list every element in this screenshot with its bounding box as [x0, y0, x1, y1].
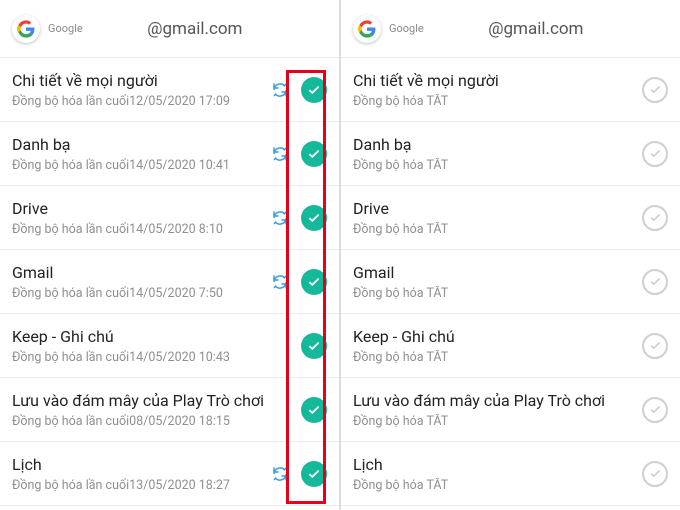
item-subtitle: Đồng bộ hóa lần cuối14/05/2020 10:43: [12, 350, 267, 365]
sync-toggle[interactable]: [301, 205, 327, 231]
item-subtitle: Đồng bộ hóa lần cuối08/05/2020 18:15: [12, 414, 267, 429]
sync-toggle[interactable]: [301, 141, 327, 167]
list-item[interactable]: Keep - Ghi chú Đồng bộ hóa lần cuối14/05…: [0, 314, 339, 378]
account-header[interactable]: Google @gmail.com: [0, 0, 339, 58]
item-subtitle: Đồng bộ hóa lần cuối14/05/2020 10:41: [12, 158, 267, 173]
item-subtitle: Đồng bộ hóa TẮT: [353, 222, 638, 237]
sync-toggle[interactable]: [301, 333, 327, 359]
sync-toggle[interactable]: [642, 77, 668, 103]
provider-label: Google: [389, 22, 424, 35]
sync-list-on: Chi tiết về mọi người Đồng bộ hóa lần cu…: [0, 58, 339, 506]
sync-toggle[interactable]: [301, 77, 327, 103]
item-title: Keep - Ghi chú: [12, 327, 267, 346]
item-title: Gmail: [353, 263, 638, 282]
item-subtitle: Đồng bộ hóa TẮT: [353, 414, 638, 429]
list-item[interactable]: Chi tiết về mọi người Đồng bộ hóa TẮT: [341, 58, 680, 122]
list-item[interactable]: Drive Đồng bộ hóa lần cuối14/05/2020 8:1…: [0, 186, 339, 250]
google-logo-icon: [12, 15, 40, 43]
list-item[interactable]: Chi tiết về mọi người Đồng bộ hóa lần cu…: [0, 58, 339, 122]
sync-toggle[interactable]: [642, 141, 668, 167]
panel-sync-on: Google @gmail.com Chi tiết về mọi người …: [0, 0, 340, 510]
sync-toggle[interactable]: [301, 269, 327, 295]
item-title: Danh bạ: [12, 135, 267, 154]
sync-icon: [271, 81, 289, 99]
sync-toggle[interactable]: [642, 333, 668, 359]
item-subtitle: Đồng bộ hóa TẮT: [353, 286, 638, 301]
sync-toggle[interactable]: [301, 397, 327, 423]
sync-list-off: Chi tiết về mọi người Đồng bộ hóa TẮT Da…: [341, 58, 680, 506]
provider-label: Google: [48, 22, 83, 35]
item-subtitle: Đồng bộ hóa TẮT: [353, 158, 638, 173]
sync-toggle[interactable]: [642, 269, 668, 295]
panel-sync-off: Google @gmail.com Chi tiết về mọi người …: [340, 0, 680, 510]
list-item[interactable]: Keep - Ghi chú Đồng bộ hóa TẮT: [341, 314, 680, 378]
sync-icon: [271, 145, 289, 163]
account-email: @gmail.com: [424, 19, 668, 39]
list-item[interactable]: Lưu vào đám mây của Play Trò chơi Đồng b…: [341, 378, 680, 442]
sync-toggle[interactable]: [301, 461, 327, 487]
list-item[interactable]: Lịch Đồng bộ hóa lần cuối13/05/2020 18:2…: [0, 442, 339, 506]
sync-toggle[interactable]: [642, 461, 668, 487]
google-logo-icon: [353, 15, 381, 43]
sync-toggle[interactable]: [642, 397, 668, 423]
item-title: Lưu vào đám mây của Play Trò chơi: [353, 391, 638, 410]
item-subtitle: Đồng bộ hóa TẮT: [353, 350, 638, 365]
list-item[interactable]: Gmail Đồng bộ hóa lần cuối14/05/2020 7:5…: [0, 250, 339, 314]
item-subtitle: Đồng bộ hóa lần cuối12/05/2020 17:09: [12, 94, 267, 109]
sync-icon: [271, 209, 289, 227]
list-item[interactable]: Danh bạ Đồng bộ hóa TẮT: [341, 122, 680, 186]
sync-icon: [271, 273, 289, 291]
item-title: Danh bạ: [353, 135, 638, 154]
sync-icon: [271, 465, 289, 483]
item-title: Drive: [353, 199, 638, 218]
account-email: @gmail.com: [83, 19, 327, 39]
sync-toggle[interactable]: [642, 205, 668, 231]
item-title: Lịch: [12, 455, 267, 474]
account-header[interactable]: Google @gmail.com: [341, 0, 680, 58]
item-title: Drive: [12, 199, 267, 218]
item-subtitle: Đồng bộ hóa lần cuối13/05/2020 18:27: [12, 478, 267, 493]
item-subtitle: Đồng bộ hóa TẮT: [353, 478, 638, 493]
item-subtitle: Đồng bộ hóa TẮT: [353, 94, 638, 109]
list-item[interactable]: Gmail Đồng bộ hóa TẮT: [341, 250, 680, 314]
item-title: Gmail: [12, 263, 267, 282]
item-title: Lịch: [353, 455, 638, 474]
item-title: Chi tiết về mọi người: [12, 71, 267, 90]
list-item[interactable]: Lưu vào đám mây của Play Trò chơi Đồng b…: [0, 378, 339, 442]
list-item[interactable]: Drive Đồng bộ hóa TẮT: [341, 186, 680, 250]
item-title: Lưu vào đám mây của Play Trò chơi: [12, 391, 267, 410]
item-title: Chi tiết về mọi người: [353, 71, 638, 90]
list-item[interactable]: Lịch Đồng bộ hóa TẮT: [341, 442, 680, 506]
item-title: Keep - Ghi chú: [353, 327, 638, 346]
item-subtitle: Đồng bộ hóa lần cuối14/05/2020 7:50: [12, 286, 267, 301]
list-item[interactable]: Danh bạ Đồng bộ hóa lần cuối14/05/2020 1…: [0, 122, 339, 186]
item-subtitle: Đồng bộ hóa lần cuối14/05/2020 8:10: [12, 222, 267, 237]
